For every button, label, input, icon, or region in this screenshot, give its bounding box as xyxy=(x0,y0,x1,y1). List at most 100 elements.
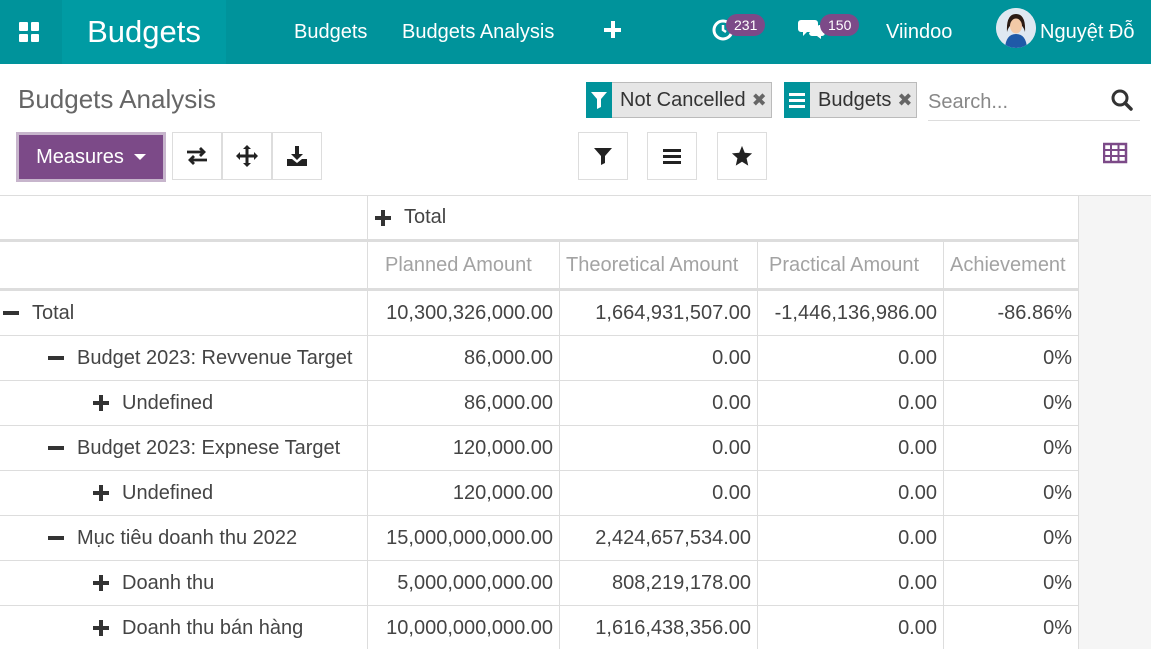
cell-value[interactable]: 0% xyxy=(944,516,1079,560)
cell-value[interactable]: 10,300,326,000.00 xyxy=(368,291,560,335)
table-row: Doanh thu bán hàng 10,000,000,000.00 1,6… xyxy=(0,606,1079,649)
plus-icon xyxy=(92,484,110,502)
messages-badge: 150 xyxy=(820,14,860,36)
close-icon[interactable]: ✖ xyxy=(752,90,771,111)
filter-icon xyxy=(594,148,612,165)
cell-value[interactable]: 0% xyxy=(944,336,1079,380)
pivot-col-header-total[interactable]: Total xyxy=(368,196,1079,239)
plus-icon xyxy=(92,574,110,592)
row-header[interactable]: Undefined xyxy=(0,471,368,515)
row-header[interactable]: Total xyxy=(0,291,368,335)
cell-value[interactable]: 120,000.00 xyxy=(368,426,560,470)
cell-value[interactable]: 0.00 xyxy=(560,471,758,515)
measures-button[interactable]: Measures xyxy=(16,132,166,182)
cell-value[interactable]: 1,664,931,507.00 xyxy=(560,291,758,335)
cell-value[interactable]: -86.86% xyxy=(944,291,1079,335)
avatar[interactable] xyxy=(996,8,1036,48)
flip-axis-button[interactable] xyxy=(172,132,222,180)
plus-icon[interactable] xyxy=(600,17,626,43)
app-title[interactable]: Budgets xyxy=(62,0,226,64)
cell-value[interactable]: 0.00 xyxy=(560,426,758,470)
cell-value[interactable]: 0% xyxy=(944,381,1079,425)
row-label: Undefined xyxy=(122,481,214,504)
minus-icon xyxy=(47,529,65,547)
cell-value[interactable]: 86,000.00 xyxy=(368,336,560,380)
filter-icon xyxy=(586,82,612,118)
measure-header[interactable]: Theoretical Amount xyxy=(560,242,758,288)
cell-value[interactable]: 86,000.00 xyxy=(368,381,560,425)
row-header[interactable]: Doanh thu xyxy=(0,561,368,605)
user-menu[interactable]: Nguyệt Đỗ xyxy=(1040,0,1135,64)
minus-icon xyxy=(47,349,65,367)
close-icon[interactable]: ✖ xyxy=(897,90,916,111)
row-label: Budget 2023: Revvenue Target xyxy=(77,346,353,369)
row-header[interactable]: Budget 2023: Revvenue Target xyxy=(0,336,368,380)
table-row: Total 10,300,326,000.00 1,664,931,507.00… xyxy=(0,291,1079,336)
search-input[interactable] xyxy=(928,86,1104,118)
cell-value[interactable]: 0% xyxy=(944,471,1079,515)
cell-value[interactable]: 0% xyxy=(944,606,1079,649)
cell-value[interactable]: 1,616,438,356.00 xyxy=(560,606,758,649)
row-header[interactable]: Doanh thu bán hàng xyxy=(0,606,368,649)
row-label: Doanh thu bán hàng xyxy=(122,616,304,639)
expand-all-button[interactable] xyxy=(222,132,272,180)
cell-value[interactable]: 0.00 xyxy=(560,336,758,380)
cell-value[interactable]: 0% xyxy=(944,561,1079,605)
cell-value[interactable]: -1,446,136,986.00 xyxy=(758,291,944,335)
filter-button[interactable] xyxy=(578,132,628,180)
search-facet-groupby: Budgets ✖ xyxy=(784,82,918,118)
cell-value[interactable]: 0.00 xyxy=(560,381,758,425)
pivot-background xyxy=(1079,196,1151,649)
cell-value[interactable]: 15,000,000,000.00 xyxy=(368,516,560,560)
cell-value[interactable]: 120,000.00 xyxy=(368,471,560,515)
facet-label: Budgets xyxy=(818,88,892,111)
company-switcher[interactable]: Viindoo xyxy=(886,0,952,64)
measure-header[interactable]: Planned Amount xyxy=(368,242,560,288)
apps-menu-button[interactable] xyxy=(0,0,58,64)
minus-icon xyxy=(2,304,20,322)
row-label: Doanh thu xyxy=(122,571,215,594)
row-label: Total xyxy=(32,301,75,324)
menu-budgets[interactable]: Budgets xyxy=(294,0,367,64)
cell-value[interactable]: 0.00 xyxy=(758,381,944,425)
table-row: Budget 2023: Expnese Target 120,000.00 0… xyxy=(0,426,1079,471)
row-header[interactable]: Undefined xyxy=(0,381,368,425)
download-icon xyxy=(287,146,307,166)
measure-header[interactable]: Achievement xyxy=(944,242,1079,288)
plus-icon xyxy=(92,394,110,412)
col-header-label: Total xyxy=(404,206,447,228)
search-facet-filter: Not Cancelled ✖ xyxy=(586,82,772,118)
table-row: Mục tiêu doanh thu 2022 15,000,000,000.0… xyxy=(0,516,1079,561)
row-header[interactable]: Budget 2023: Expnese Target xyxy=(0,426,368,470)
cell-value[interactable]: 2,424,657,534.00 xyxy=(560,516,758,560)
row-label: Budget 2023: Expnese Target xyxy=(77,436,341,459)
cell-value[interactable]: 0% xyxy=(944,426,1079,470)
flip-axis-icon xyxy=(187,147,207,165)
measure-header[interactable]: Practical Amount xyxy=(758,242,944,288)
download-button[interactable] xyxy=(272,132,322,180)
cell-value[interactable]: 0.00 xyxy=(758,561,944,605)
row-label: Mục tiêu doanh thu 2022 xyxy=(77,526,298,549)
cell-value[interactable]: 10,000,000,000.00 xyxy=(368,606,560,649)
cell-value[interactable]: 5,000,000,000.00 xyxy=(368,561,560,605)
cell-value[interactable]: 0.00 xyxy=(758,471,944,515)
menu-budgets-analysis[interactable]: Budgets Analysis xyxy=(402,0,554,64)
group-by-icon xyxy=(663,149,681,164)
group-by-button[interactable] xyxy=(647,132,697,180)
cell-value[interactable]: 0.00 xyxy=(758,606,944,649)
pivot-measure-row: Planned Amount Theoretical Amount Practi… xyxy=(0,242,1079,291)
search-underline xyxy=(928,120,1140,121)
pivot-view-icon[interactable] xyxy=(1102,142,1129,166)
row-header[interactable]: Mục tiêu doanh thu 2022 xyxy=(0,516,368,560)
cell-value[interactable]: 0.00 xyxy=(758,516,944,560)
top-navbar: Budgets Budgets Budgets Analysis 231 150… xyxy=(0,0,1151,64)
expand-all-icon xyxy=(236,145,258,167)
search-icon[interactable] xyxy=(1110,88,1134,112)
facet-label: Not Cancelled xyxy=(620,88,746,111)
cell-value[interactable]: 808,219,178.00 xyxy=(560,561,758,605)
cell-value[interactable]: 0.00 xyxy=(758,336,944,380)
cell-value[interactable]: 0.00 xyxy=(758,426,944,470)
measures-label: Measures xyxy=(36,145,124,168)
pivot-corner xyxy=(0,196,368,239)
favorites-button[interactable] xyxy=(717,132,767,180)
